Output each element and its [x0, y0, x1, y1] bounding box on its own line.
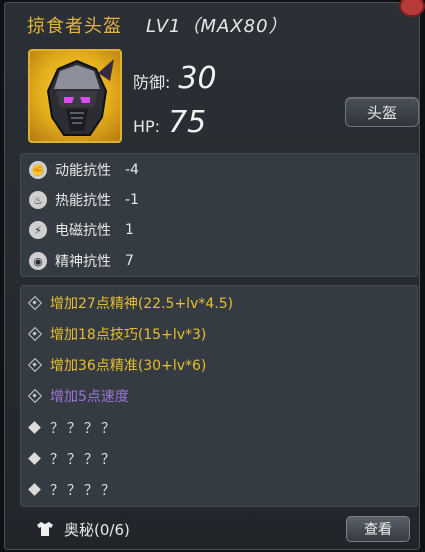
resistance-row: ✊ 动能抗性 -4 [29, 156, 139, 184]
mystery-label: 奥秘(0/6) [64, 520, 130, 539]
diamond-icon [29, 484, 41, 496]
thermal-icon: ♨ [29, 191, 47, 209]
resistance-row: ♨ 热能抗性 -1 [29, 186, 139, 214]
diamond-ring-icon [29, 359, 41, 371]
bonus-text: ？？？？ [50, 483, 118, 499]
hp-value: 75 [168, 105, 207, 140]
resistance-list: ✊ 动能抗性 -4 ♨ 热能抗性 -1 ⚡ 电磁抗性 1 ◉ 精神抗性 7 [20, 153, 418, 277]
bonus-list: 增加27点精神(22.5+lv*4.5) 增加18点技巧(15+lv*3) 增加… [20, 285, 418, 507]
resistance-row: ◉ 精神抗性 7 [29, 247, 134, 275]
defense-label: 防御: [133, 73, 171, 92]
bonus-text: ？？？？ [50, 452, 118, 468]
hp-label: HP: [133, 117, 161, 136]
bonus-row: 增加27点精神(22.5+lv*4.5) [29, 290, 233, 316]
bonus-row: 增加36点精准(30+lv*6) [29, 352, 206, 378]
em-icon: ⚡ [29, 221, 47, 239]
item-header: 掠食者头盔 LV1（MAX80） [5, 3, 419, 47]
resistance-value: 1 [125, 222, 134, 238]
kinetic-icon: ✊ [29, 161, 47, 179]
bonus-row: 增加18点技巧(15+lv*3) [29, 321, 206, 347]
resistance-label: 电磁抗性 [55, 223, 111, 239]
resistance-label: 热能抗性 [55, 193, 111, 209]
psychic-icon: ◉ [29, 252, 47, 270]
bonus-text: 增加36点精准(30+lv*6) [50, 358, 207, 374]
bonus-row: ？？？？ [29, 415, 118, 441]
diamond-ring-icon [29, 328, 41, 340]
resistance-row: ⚡ 电磁抗性 1 [29, 216, 134, 244]
bonus-text: ？？？？ [50, 421, 118, 437]
item-level: LV1（MAX80） [146, 16, 288, 37]
bonus-row: ？？？？ [29, 477, 118, 503]
diamond-icon [29, 453, 41, 465]
item-summary: 防御: 30 HP: 75 头盔 [15, 43, 419, 151]
hp-stat: HP: 75 [133, 105, 206, 140]
bonus-row: 增加5点速度 [29, 383, 129, 409]
mystery-footer: 奥秘(0/6) 查看 [20, 513, 418, 545]
helmet-icon [28, 49, 122, 143]
equipment-slot-button[interactable]: 头盔 [345, 97, 419, 127]
view-button[interactable]: 查看 [346, 516, 410, 542]
item-name: 掠食者头盔 [27, 16, 122, 37]
item-detail-panel: 掠食者头盔 LV1（MAX80） 防御: 30 HP: 75 头盔 ✊ 动能抗性… [4, 0, 425, 550]
defense-value: 30 [178, 61, 217, 96]
bonus-text: 增加27点精神(22.5+lv*4.5) [50, 296, 234, 312]
diamond-ring-icon [29, 297, 41, 309]
bonus-row: ？？？？ [29, 446, 118, 472]
diamond-icon [29, 422, 41, 434]
resistance-value: -1 [125, 192, 139, 208]
resistance-value: 7 [125, 253, 134, 269]
diamond-ring-icon [29, 390, 41, 402]
bonus-text: 增加5点速度 [50, 389, 129, 405]
defense-stat: 防御: 30 [133, 61, 217, 96]
resistance-label: 精神抗性 [55, 254, 111, 270]
shirt-icon [37, 522, 53, 536]
bonus-text: 增加18点技巧(15+lv*3) [50, 327, 207, 343]
resistance-label: 动能抗性 [55, 163, 111, 179]
resistance-value: -4 [125, 162, 139, 178]
